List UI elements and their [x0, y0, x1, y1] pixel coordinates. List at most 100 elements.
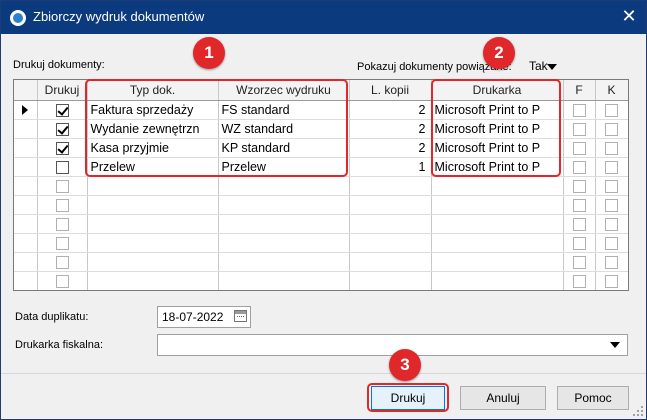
header-print[interactable]: Drukuj	[37, 80, 88, 101]
copies-cell[interactable]	[349, 214, 432, 234]
printer-cell[interactable]	[431, 233, 564, 253]
print-checkbox[interactable]	[55, 255, 69, 269]
doc-type-cell[interactable]	[87, 271, 219, 290]
print-checkbox[interactable]	[55, 160, 69, 174]
app-icon	[10, 10, 26, 26]
header-k[interactable]: K	[595, 80, 628, 101]
table-row[interactable]	[14, 233, 628, 253]
annotation-badge-3: 3	[389, 349, 421, 381]
copies-cell[interactable]	[349, 195, 432, 215]
annotation-badge-1: 1	[193, 37, 225, 69]
copies-cell[interactable]: 2	[349, 100, 432, 120]
fiscal-printer-chevron-down-icon[interactable]	[610, 342, 620, 348]
resize-grip-icon[interactable]	[633, 406, 643, 416]
print-button[interactable]: Drukuj	[371, 386, 445, 410]
f-checkbox[interactable]	[572, 274, 586, 288]
f-checkbox[interactable]	[572, 160, 586, 174]
table-row[interactable]	[14, 271, 628, 290]
chevron-down-icon[interactable]	[547, 64, 557, 70]
f-cell	[563, 100, 596, 120]
f-checkbox[interactable]	[572, 141, 586, 155]
f-checkbox[interactable]	[572, 255, 586, 269]
doc-type-cell[interactable]	[87, 233, 219, 253]
row-indicator-cell	[14, 195, 38, 215]
f-checkbox[interactable]	[572, 217, 586, 231]
table-row[interactable]	[14, 176, 628, 196]
table-row[interactable]	[14, 195, 628, 215]
print-checkbox[interactable]	[55, 198, 69, 212]
copies-cell[interactable]	[349, 252, 432, 272]
calendar-icon[interactable]	[234, 310, 247, 322]
print-checkbox[interactable]	[55, 179, 69, 193]
print-checkbox[interactable]	[55, 141, 69, 155]
row-indicator-cell	[14, 252, 38, 272]
row-indicator-cell	[14, 176, 38, 196]
k-checkbox[interactable]	[605, 103, 618, 117]
printer-cell[interactable]	[431, 176, 564, 196]
printer-cell[interactable]	[431, 271, 564, 290]
k-checkbox[interactable]	[605, 160, 618, 174]
k-checkbox[interactable]	[605, 255, 618, 269]
print-checkbox[interactable]	[55, 236, 69, 250]
template-cell[interactable]	[218, 176, 350, 196]
k-checkbox[interactable]	[605, 217, 618, 231]
k-checkbox[interactable]	[605, 141, 618, 155]
k-cell	[595, 138, 628, 158]
window-title: Zbiorczy wydruk dokumentów	[33, 9, 205, 24]
k-checkbox[interactable]	[605, 198, 618, 212]
k-cell	[595, 195, 628, 215]
copies-cell[interactable]: 2	[349, 119, 432, 139]
header-indicator	[14, 80, 38, 101]
f-checkbox[interactable]	[572, 122, 586, 136]
print-checkbox[interactable]	[55, 103, 69, 117]
header-copies[interactable]: L. kopii	[349, 80, 432, 101]
k-checkbox[interactable]	[605, 179, 618, 193]
print-checkbox[interactable]	[55, 274, 69, 288]
header-f[interactable]: F	[563, 80, 596, 101]
print-checkbox[interactable]	[55, 217, 69, 231]
print-cell	[37, 119, 88, 139]
table-row[interactable]	[14, 252, 628, 272]
help-button[interactable]: Pomoc	[557, 386, 629, 410]
printer-cell[interactable]	[431, 214, 564, 234]
print-cell	[37, 214, 88, 234]
doc-type-cell[interactable]	[87, 195, 219, 215]
k-checkbox[interactable]	[605, 122, 618, 136]
copies-cell[interactable]	[349, 233, 432, 253]
template-cell[interactable]	[218, 252, 350, 272]
k-cell	[595, 119, 628, 139]
template-cell[interactable]	[218, 233, 350, 253]
f-checkbox[interactable]	[572, 236, 586, 250]
f-cell	[563, 119, 596, 139]
k-cell	[595, 100, 628, 120]
copies-cell[interactable]	[349, 176, 432, 196]
template-cell[interactable]	[218, 214, 350, 234]
doc-type-cell[interactable]	[87, 214, 219, 234]
template-cell[interactable]	[218, 195, 350, 215]
copies-cell[interactable]: 1	[349, 157, 432, 177]
k-checkbox[interactable]	[605, 236, 618, 250]
printer-cell[interactable]	[431, 195, 564, 215]
k-cell	[595, 176, 628, 196]
show-linked-value[interactable]: Tak	[529, 59, 548, 73]
doc-type-cell[interactable]	[87, 252, 219, 272]
row-indicator-cell	[14, 214, 38, 234]
cancel-button[interactable]: Anuluj	[460, 386, 546, 410]
fiscal-printer-select[interactable]	[157, 334, 628, 356]
printer-cell[interactable]	[431, 252, 564, 272]
template-cell[interactable]	[218, 271, 350, 290]
current-row-arrow-icon	[22, 105, 29, 116]
k-cell	[595, 157, 628, 177]
copies-cell[interactable]: 2	[349, 138, 432, 158]
duplicate-date-value: 18-07-2022	[162, 310, 224, 324]
button-bar	[1, 373, 646, 419]
doc-type-cell[interactable]	[87, 176, 219, 196]
table-row[interactable]	[14, 214, 628, 234]
copies-cell[interactable]	[349, 271, 432, 290]
print-checkbox[interactable]	[55, 122, 69, 136]
close-icon[interactable]: ✕	[619, 7, 639, 27]
k-checkbox[interactable]	[605, 274, 618, 288]
f-checkbox[interactable]	[572, 103, 586, 117]
f-checkbox[interactable]	[572, 179, 586, 193]
f-checkbox[interactable]	[572, 198, 586, 212]
